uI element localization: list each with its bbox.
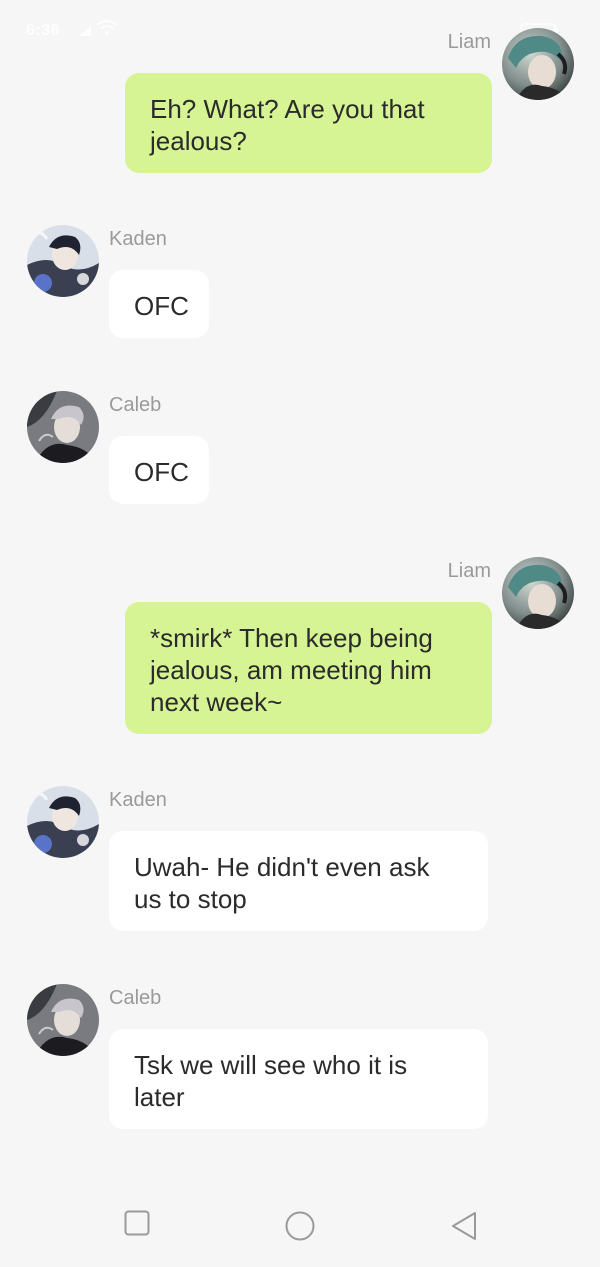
- back-icon[interactable]: [450, 1211, 478, 1246]
- sender-name: Kaden: [109, 228, 167, 250]
- navigation-bar: [0, 1180, 600, 1267]
- message-bubble[interactable]: Tsk we will see who it is later: [109, 1029, 488, 1129]
- wifi-icon: [96, 20, 118, 41]
- home-icon[interactable]: [285, 1211, 315, 1246]
- recent-apps-icon[interactable]: [124, 1210, 150, 1241]
- avatar-kaden[interactable]: [27, 786, 99, 858]
- avatar-liam[interactable]: [502, 557, 574, 629]
- message-bubble[interactable]: Eh? What? Are you that jealous?: [125, 73, 492, 173]
- message-bubble[interactable]: OFC: [109, 436, 209, 504]
- message-bubble[interactable]: OFC: [109, 270, 209, 338]
- avatar-caleb[interactable]: [27, 984, 99, 1056]
- message-bubble[interactable]: Uwah- He didn't even ask us to stop: [109, 831, 488, 931]
- sender-name: Caleb: [109, 987, 162, 1009]
- signal-icon: [78, 24, 92, 42]
- avatar-liam[interactable]: [502, 28, 574, 100]
- sender-name: Caleb: [109, 394, 162, 416]
- message-bubble[interactable]: *smirk* Then keep being jealous, am meet…: [125, 602, 492, 734]
- avatar-kaden[interactable]: [27, 225, 99, 297]
- sender-name: Liam: [447, 31, 491, 53]
- sender-name: Liam: [447, 560, 491, 582]
- avatar-caleb[interactable]: [27, 391, 99, 463]
- status-time: 6:36: [26, 22, 61, 39]
- status-bar: 6:36: [0, 0, 600, 40]
- sender-name: Kaden: [109, 789, 167, 811]
